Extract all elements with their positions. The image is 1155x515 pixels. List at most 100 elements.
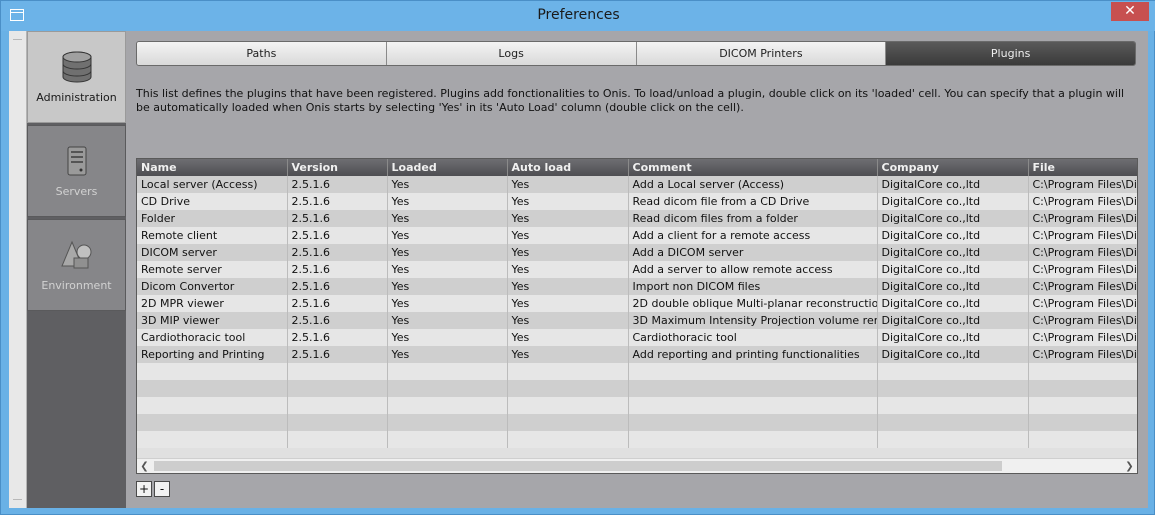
table-cell[interactable]: 3D MIP viewer <box>137 312 288 329</box>
table-cell[interactable]: Yes <box>507 261 629 278</box>
table-cell[interactable]: Add a server to allow remote access <box>628 261 878 278</box>
close-button[interactable]: ✕ <box>1111 2 1149 21</box>
table-cell[interactable]: Yes <box>387 295 508 312</box>
table-cell[interactable]: Yes <box>507 312 629 329</box>
table-cell[interactable]: DigitalCore co.,ltd <box>877 193 1029 210</box>
table-cell[interactable]: C:\Program Files\Digit <box>1028 244 1137 261</box>
remove-plugin-button[interactable]: - <box>154 481 170 497</box>
table-cell[interactable]: Remote server <box>137 261 288 278</box>
table-cell[interactable]: 2.5.1.6 <box>287 295 388 312</box>
scroll-thumb[interactable] <box>154 461 1002 471</box>
table-cell[interactable]: Yes <box>387 312 508 329</box>
table-row[interactable]: Folder 2.5.1.6 Yes Yes Read dicom files from… <box>137 210 1137 227</box>
table-cell[interactable]: DigitalCore co.,ltd <box>877 346 1029 363</box>
table-cell[interactable]: Local server (Access) <box>137 176 288 193</box>
table-cell[interactable]: C:\Program Files\Digit <box>1028 329 1137 346</box>
table-row[interactable]: DICOM server 2.5.1.6 Yes Yes Add a DICOM ser… <box>137 244 1137 261</box>
table-row[interactable]: Cardiothoracic tool 2.5.1.6 Yes Yes Cardioth… <box>137 329 1137 346</box>
table-cell[interactable]: Reporting and Printing <box>137 346 288 363</box>
table-cell[interactable]: 2.5.1.6 <box>287 346 388 363</box>
table-cell[interactable]: DigitalCore co.,ltd <box>877 176 1029 193</box>
table-cell[interactable]: 2.5.1.6 <box>287 227 388 244</box>
table-cell[interactable]: C:\Program Files\Digit <box>1028 312 1137 329</box>
table-row[interactable]: CD Drive 2.5.1.6 Yes Yes Read dicom file fro… <box>137 193 1137 210</box>
table-cell[interactable]: 2.5.1.6 <box>287 312 388 329</box>
table-row[interactable]: Dicom Convertor 2.5.1.6 Yes Yes Import non D… <box>137 278 1137 295</box>
table-cell[interactable]: Yes <box>387 210 508 227</box>
table-cell[interactable]: DigitalCore co.,ltd <box>877 329 1029 346</box>
table-cell[interactable]: Yes <box>387 329 508 346</box>
table-cell[interactable]: Remote client <box>137 227 288 244</box>
table-cell[interactable]: Yes <box>507 193 629 210</box>
sidebar-item-environment[interactable]: Environment <box>27 219 126 311</box>
table-cell[interactable]: Yes <box>387 346 508 363</box>
table-cell[interactable]: DigitalCore co.,ltd <box>877 210 1029 227</box>
table-cell[interactable]: Folder <box>137 210 288 227</box>
table-cell[interactable]: Yes <box>387 261 508 278</box>
sidebar-item-servers[interactable]: Servers <box>27 125 126 217</box>
table-row[interactable]: 3D MIP viewer 2.5.1.6 Yes Yes 3D Maximum Int… <box>137 312 1137 329</box>
table-cell[interactable]: DICOM server <box>137 244 288 261</box>
table-cell[interactable]: DigitalCore co.,ltd <box>877 295 1029 312</box>
table-cell[interactable]: Yes <box>507 278 629 295</box>
table-cell[interactable]: Add a Local server (Access) <box>628 176 878 193</box>
scroll-left-icon[interactable]: ❮ <box>137 459 152 473</box>
table-cell[interactable]: Read dicom file from a CD Drive <box>628 193 878 210</box>
table-cell[interactable]: DigitalCore co.,ltd <box>877 227 1029 244</box>
table-cell[interactable]: 2.5.1.6 <box>287 244 388 261</box>
table-cell[interactable]: 2.5.1.6 <box>287 329 388 346</box>
table-cell[interactable]: C:\Program Files\Digit <box>1028 176 1137 193</box>
tab-logs[interactable]: Logs <box>386 42 637 65</box>
table-row[interactable]: Reporting and Printing 2.5.1.6 Yes Yes Add r… <box>137 346 1137 363</box>
left-scrollbar[interactable] <box>9 31 27 508</box>
table-cell[interactable]: C:\Program Files\Digit <box>1028 227 1137 244</box>
table-cell[interactable]: DigitalCore co.,ltd <box>877 244 1029 261</box>
tab-dicom-printers[interactable]: DICOM Printers <box>636 42 887 65</box>
table-cell[interactable]: 2.5.1.6 <box>287 193 388 210</box>
table-cell[interactable]: 2.5.1.6 <box>287 176 388 193</box>
tab-paths[interactable]: Paths <box>137 42 387 65</box>
table-row[interactable]: Remote client 2.5.1.6 Yes Yes Add a client f… <box>137 227 1137 244</box>
table-cell[interactable]: DigitalCore co.,ltd <box>877 261 1029 278</box>
table-cell[interactable]: C:\Program Files\Digit <box>1028 278 1137 295</box>
table-cell[interactable]: Add a DICOM server <box>628 244 878 261</box>
table-cell[interactable]: Yes <box>507 346 629 363</box>
table-cell[interactable]: Yes <box>387 278 508 295</box>
table-cell[interactable]: 2.5.1.6 <box>287 278 388 295</box>
table-cell[interactable]: Yes <box>387 227 508 244</box>
table-cell[interactable]: 2D MPR viewer <box>137 295 288 312</box>
scroll-right-icon[interactable]: ❯ <box>1122 459 1137 473</box>
table-cell[interactable]: Yes <box>507 244 629 261</box>
add-plugin-button[interactable]: + <box>136 481 152 497</box>
column-header[interactable]: Name <box>137 159 288 176</box>
column-header[interactable]: Company <box>877 159 1029 176</box>
table-cell[interactable]: Cardiothoracic tool <box>137 329 288 346</box>
sidebar-item-administration[interactable]: Administration <box>27 31 126 123</box>
column-header[interactable]: Loaded <box>387 159 508 176</box>
table-cell[interactable]: Add a client for a remote access <box>628 227 878 244</box>
table-cell[interactable]: Cardiothoracic tool <box>628 329 878 346</box>
table-cell[interactable]: C:\Program Files\Digit <box>1028 346 1137 363</box>
table-cell[interactable]: Import non DICOM files <box>628 278 878 295</box>
title-bar[interactable]: Preferences ✕ <box>1 1 1155 31</box>
table-cell[interactable]: Dicom Convertor <box>137 278 288 295</box>
table-cell[interactable]: C:\Program Files\Digit <box>1028 295 1137 312</box>
horizontal-scrollbar[interactable]: ❮ ❯ <box>137 458 1137 473</box>
table-cell[interactable]: Yes <box>507 176 629 193</box>
table-cell[interactable]: CD Drive <box>137 193 288 210</box>
table-cell[interactable]: 2D double oblique Multi-planar reconstru… <box>628 295 878 312</box>
table-row[interactable]: 2D MPR viewer 2.5.1.6 Yes Yes 2D double obli… <box>137 295 1137 312</box>
table-cell[interactable]: 2.5.1.6 <box>287 261 388 278</box>
table-cell[interactable]: C:\Program Files\Digit <box>1028 261 1137 278</box>
table-cell[interactable]: Yes <box>507 329 629 346</box>
table-cell[interactable]: Yes <box>387 176 508 193</box>
table-cell[interactable]: DigitalCore co.,ltd <box>877 278 1029 295</box>
table-cell[interactable]: DigitalCore co.,ltd <box>877 312 1029 329</box>
table-row[interactable]: Local server (Access) 2.5.1.6 Yes Yes Add a … <box>137 176 1137 193</box>
column-header[interactable]: File <box>1028 159 1137 176</box>
table-cell[interactable]: Yes <box>507 210 629 227</box>
table-row[interactable]: Remote server 2.5.1.6 Yes Yes Add a server t… <box>137 261 1137 278</box>
table-cell[interactable]: Yes <box>387 244 508 261</box>
table-cell[interactable]: Yes <box>387 193 508 210</box>
table-cell[interactable]: C:\Program Files\Digit <box>1028 210 1137 227</box>
